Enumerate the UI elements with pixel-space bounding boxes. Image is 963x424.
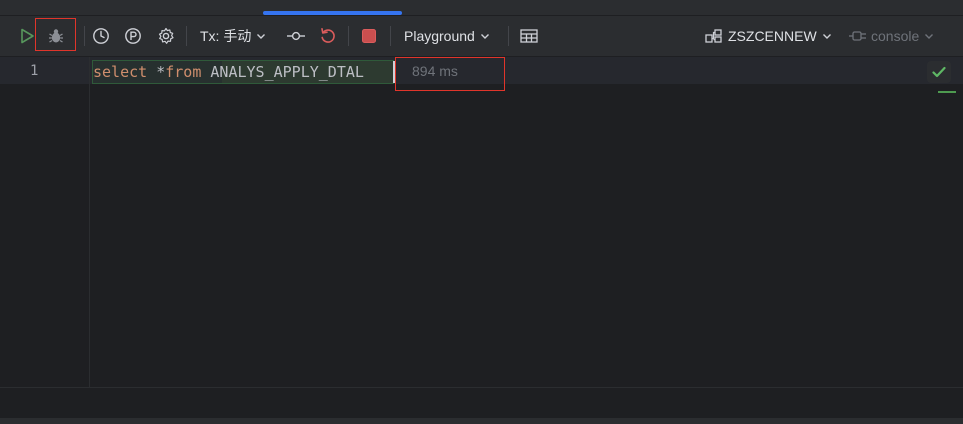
clock-icon <box>93 28 109 44</box>
keyword-from: from <box>165 63 202 81</box>
table-identifier: ANALYS_APPLY_DTAL <box>210 63 364 81</box>
settings-button[interactable] <box>154 16 178 56</box>
sql-editor[interactable]: 1 select *from ANALYS_APPLY_DTAL 894 ms <box>0 57 963 387</box>
code-line[interactable]: select *from ANALYS_APPLY_DTAL <box>93 61 364 83</box>
explain-plan-button[interactable] <box>121 16 145 56</box>
chevron-down-icon <box>925 34 934 39</box>
rollback-button[interactable] <box>316 16 340 56</box>
toolbar-separator <box>508 26 509 46</box>
transaction-mode-label: Tx: 手动 <box>200 28 252 44</box>
toolbar-separator <box>348 26 349 46</box>
horizontal-scrollbar[interactable] <box>0 418 963 424</box>
gear-icon <box>158 27 174 44</box>
check-icon <box>932 66 946 78</box>
line-number: 1 <box>30 63 39 79</box>
star-operator: * <box>156 63 166 81</box>
chevron-down-icon <box>480 34 489 39</box>
scrollbar-marker <box>938 91 956 93</box>
keyword-select: select <box>93 63 148 81</box>
datasource-icon <box>705 29 722 43</box>
execution-time-highlight-box <box>395 57 505 91</box>
schema-label: Playground <box>404 28 475 44</box>
transaction-mode-dropdown[interactable]: Tx: 手动 <box>200 16 272 56</box>
stop-icon <box>362 29 376 43</box>
history-button[interactable] <box>89 16 113 56</box>
session-dropdown[interactable]: console <box>848 16 942 56</box>
run-icon <box>21 28 34 44</box>
chevron-down-icon <box>257 34 266 39</box>
table-view-button[interactable] <box>516 16 542 56</box>
p-circle-icon <box>125 28 141 44</box>
line-gutter: 1 <box>0 57 90 387</box>
toolbar-separator <box>186 26 187 46</box>
datasource-dropdown[interactable]: ZSZCENNEW <box>705 16 833 56</box>
table-icon <box>520 29 538 43</box>
rollback-icon <box>321 28 335 43</box>
stop-button[interactable] <box>357 16 381 56</box>
active-tab-indicator <box>263 11 402 15</box>
toolbar-separator <box>390 26 391 46</box>
tab-strip <box>0 0 963 16</box>
editor-toolbar: Tx: 手动 Playground ZSZCENNEW console <box>0 16 963 57</box>
datasource-label: ZSZCENNEW <box>728 28 817 44</box>
toolbar-separator <box>84 26 85 46</box>
commit-icon <box>287 31 305 41</box>
chevron-down-icon <box>822 34 831 39</box>
debug-highlight-box <box>35 18 76 51</box>
inspection-status[interactable] <box>927 61 951 83</box>
console-icon <box>849 31 866 41</box>
schema-dropdown[interactable]: Playground <box>404 16 500 56</box>
commit-button[interactable] <box>284 16 308 56</box>
session-label: console <box>871 28 920 44</box>
editor-bottom-area <box>0 387 963 424</box>
